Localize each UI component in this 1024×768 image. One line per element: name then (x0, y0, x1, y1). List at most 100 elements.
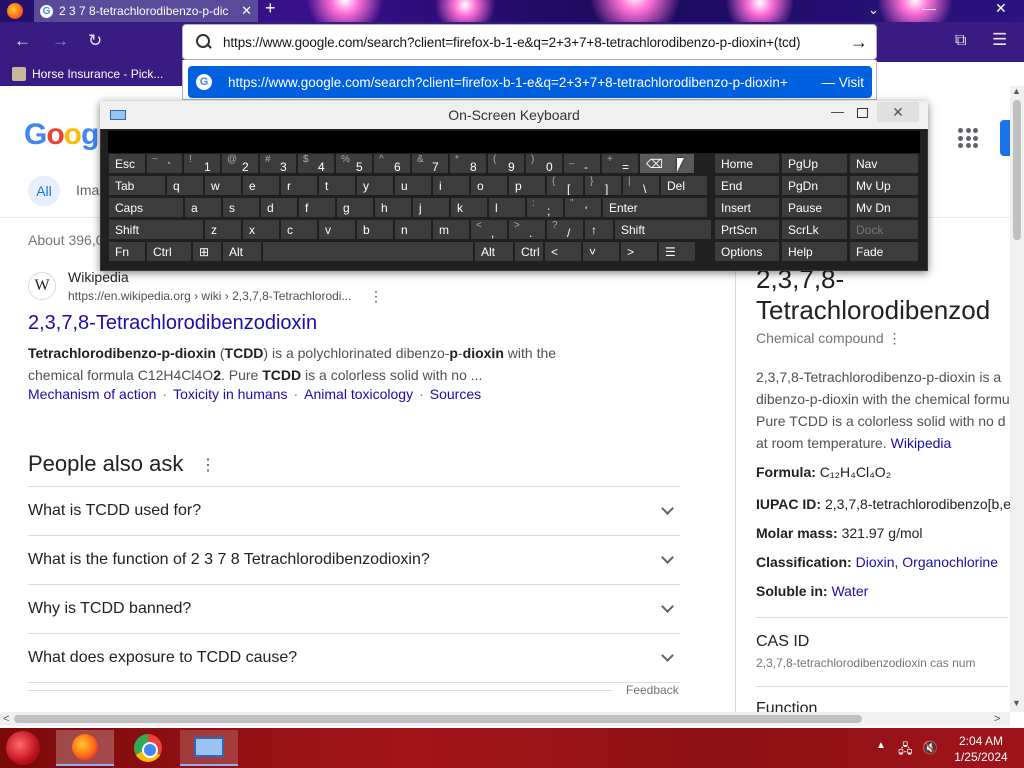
osk-key[interactable]: p (508, 175, 546, 196)
osk-key[interactable]: x (242, 219, 280, 240)
osk-nav-key[interactable]: PgDn (781, 175, 848, 196)
osk-key[interactable]: + = (601, 153, 639, 174)
tray-chevron-icon[interactable]: ▲ (876, 740, 886, 751)
osk-key[interactable]: >. (508, 219, 546, 240)
osk-key[interactable]: z (204, 219, 242, 240)
osk-key[interactable]: ☰ (658, 241, 696, 262)
osk-key[interactable]: v (318, 219, 356, 240)
google-apps-icon[interactable] (958, 128, 978, 148)
tab-images[interactable]: Ima (76, 182, 99, 198)
osk-key[interactable]: ~ ` (146, 153, 183, 174)
go-arrow-icon[interactable]: → (850, 32, 868, 53)
osk-nav-key[interactable]: PrtScn (714, 219, 780, 240)
osk-key[interactable]: % 5 (335, 153, 373, 174)
osk-key[interactable]: Alt (474, 241, 514, 262)
osk-key[interactable]: s (222, 197, 260, 218)
osk-key[interactable]: < (544, 241, 582, 262)
more-options-icon[interactable]: ⋮ (369, 288, 383, 305)
taskbar-on-screen-keyboard[interactable] (180, 730, 238, 766)
osk-key[interactable]: _ - (563, 153, 601, 174)
spacebar-key[interactable] (262, 241, 474, 262)
osk-key[interactable]: o (470, 175, 508, 196)
sitelink[interactable]: Sources (430, 386, 481, 402)
paa-question[interactable]: What is the function of 2 3 7 8 Tetrachl… (28, 536, 680, 585)
paa-question[interactable]: Why is TCDD banned? (28, 585, 680, 634)
volume-icon[interactable]: 🔇 (922, 740, 938, 756)
osk-key[interactable]: q (166, 175, 204, 196)
osk-key[interactable]: " ' (564, 197, 602, 218)
osk-key[interactable]: Ctrl (146, 241, 192, 262)
osk-key[interactable]: t (318, 175, 356, 196)
result-cite-url[interactable]: https://en.wikipedia.org › wiki › 2,3,7,… (68, 289, 351, 303)
paa-question[interactable]: What does exposure to TCDD cause? (28, 634, 680, 683)
scroll-down-arrow-icon[interactable]: ▼ (1012, 698, 1021, 708)
more-options-icon[interactable]: ⋮ (200, 455, 216, 475)
osk-nav-key[interactable]: End (714, 175, 780, 196)
url-bar[interactable]: https://www.google.com/search?client=fir… (182, 24, 877, 60)
osk-nav-key[interactable]: ScrLk (781, 219, 848, 240)
shift-key[interactable]: Shift (614, 219, 712, 240)
osk-key[interactable]: j (412, 197, 450, 218)
osk-titlebar[interactable]: On-Screen Keyboard (100, 101, 928, 129)
osk-key[interactable]: Tab (108, 175, 166, 196)
osk-key[interactable]: ! 1 (183, 153, 221, 174)
backspace-key[interactable]: ⌫ (639, 153, 695, 174)
osk-key[interactable]: Caps (108, 197, 184, 218)
osk-key[interactable]: y (356, 175, 394, 196)
osk-key[interactable]: Esc (108, 153, 146, 174)
osk-nav-key[interactable]: Nav (849, 153, 919, 174)
osk-key[interactable]: * 8 (449, 153, 487, 174)
osk-key[interactable]: g (336, 197, 374, 218)
taskbar-firefox[interactable] (56, 730, 114, 766)
osk-nav-key[interactable]: Insert (714, 197, 780, 218)
osk-key[interactable]: a (184, 197, 222, 218)
osk-key[interactable]: & 7 (411, 153, 449, 174)
osk-nav-key[interactable]: Mv Dn (849, 197, 919, 218)
sitelink[interactable]: Animal toxicology (304, 386, 413, 402)
osk-key[interactable]: Alt (222, 241, 262, 262)
osk-key[interactable]: :; (526, 197, 564, 218)
osk-key[interactable]: ) 0 (525, 153, 563, 174)
shift-key[interactable]: Shift (108, 219, 204, 240)
osk-key[interactable]: Ctrl (514, 241, 544, 262)
osk-key[interactable]: i (432, 175, 470, 196)
osk-key[interactable]: n (394, 219, 432, 240)
osk-nav-key[interactable]: PgUp (781, 153, 848, 174)
browser-tab-active[interactable]: G 2 3 7 8-tetrachlorodibenzo-p-dic ✕ (34, 0, 258, 22)
osk-key[interactable]: ↑ (584, 219, 614, 240)
osk-minimize-button[interactable]: — (831, 104, 844, 119)
list-tabs-chevron-icon[interactable]: ⌄ (868, 2, 879, 18)
tab-close-icon[interactable]: ✕ (241, 3, 252, 19)
taskbar-chrome[interactable] (128, 730, 168, 766)
tab-all[interactable]: All (28, 176, 60, 206)
osk-key[interactable]: h (374, 197, 412, 218)
window-close-button[interactable]: ✕ (995, 0, 1007, 17)
osk-close-button[interactable]: ✕ (877, 102, 919, 122)
scroll-up-arrow-icon[interactable]: ▲ (1012, 86, 1021, 96)
osk-key[interactable]: m (432, 219, 470, 240)
osk-key[interactable]: <, (470, 219, 508, 240)
osk-key[interactable]: }] (584, 175, 622, 196)
osk-key[interactable]: #3 (259, 153, 297, 174)
osk-key[interactable]: > (620, 241, 658, 262)
osk-nav-key[interactable]: Dock (849, 219, 919, 240)
back-button[interactable]: ← (14, 31, 31, 51)
network-icon[interactable]: 🖧 (898, 740, 913, 762)
more-options-icon[interactable]: ⋮ (888, 330, 902, 346)
osk-key[interactable]: b (356, 219, 394, 240)
scroll-right-arrow-icon[interactable]: > (994, 713, 1000, 725)
osk-nav-key[interactable]: Help (781, 241, 848, 262)
extensions-icon[interactable]: ⧉ (955, 32, 966, 50)
firefox-menu-icon[interactable] (7, 3, 23, 19)
osk-key[interactable]: u (394, 175, 432, 196)
enter-key[interactable]: Enter (602, 197, 708, 218)
paa-question[interactable]: What is TCDD used for? (28, 487, 680, 536)
result-site-name[interactable]: Wikipedia (68, 269, 129, 285)
osk-nav-key[interactable]: Fade (849, 241, 919, 262)
google-logo[interactable]: Googl (24, 118, 107, 152)
osk-nav-key[interactable]: Options (714, 241, 780, 262)
osk-key[interactable]: ? / (546, 219, 584, 240)
osk-key[interactable]: d (260, 197, 298, 218)
scroll-left-arrow-icon[interactable]: < (3, 713, 9, 725)
osk-nav-key[interactable]: Mv Up (849, 175, 919, 196)
